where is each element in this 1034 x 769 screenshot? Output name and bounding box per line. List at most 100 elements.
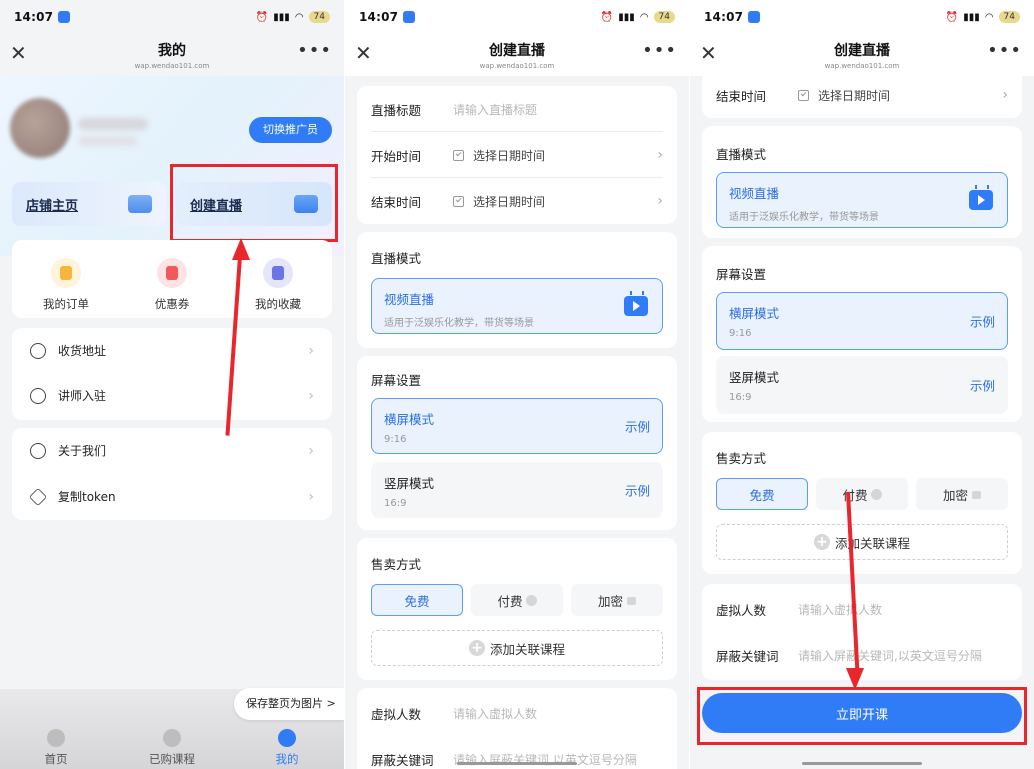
add-related-course-button[interactable]: + 添加关联课程 (716, 524, 1008, 560)
landscape-mode-option[interactable]: 横屏模式 9:16 示例 (716, 292, 1008, 350)
field-label: 屏蔽关键词 (716, 648, 779, 664)
sale-option-encrypted[interactable]: 加密 (916, 478, 1008, 510)
date-picker-value[interactable]: 选择日期时间 (473, 193, 545, 210)
video-live-option[interactable]: 视频直播 适用于泛娱乐化教学，带货等场景 (716, 172, 1008, 228)
sale-option-free[interactable]: 免费 (371, 584, 463, 616)
section-title: 售卖方式 (716, 451, 767, 466)
option-title: 视频直播 (729, 186, 780, 201)
sale-method-card: 售卖方式 免费 付费 加密 + 添加关联课程 (357, 538, 677, 680)
field-label: 虚拟人数 (371, 706, 422, 722)
status-bar: 14:07 ⏰ ▮▮▮ ◠ 74 (0, 0, 344, 34)
calendar-check-icon (798, 89, 809, 101)
option-desc: 适用于泛娱乐化教学，带货等场景 (729, 212, 879, 223)
more-icon[interactable]: ••• (987, 40, 1022, 61)
screen-settings-card: 屏幕设置 横屏模式 9:16 示例 竖屏模式 16:9 示例 (357, 356, 677, 530)
tab-label: 已购课程 (149, 752, 195, 766)
signal-icon: ▮▮▮ (963, 11, 980, 23)
virtual-count-row[interactable]: 虚拟人数 请输入虚拟人数 (702, 586, 1022, 632)
example-link[interactable]: 示例 (625, 481, 650, 500)
chevron-right-icon: › (657, 147, 663, 163)
add-course-label: 添加关联课程 (489, 641, 565, 657)
virtual-count-row[interactable]: 虚拟人数 请输入虚拟人数 (357, 690, 677, 736)
tab-home[interactable]: 首页 (16, 729, 96, 767)
more-icon[interactable]: ••• (642, 40, 677, 61)
alarm-icon: ⏰ (945, 11, 959, 23)
coupon-icon (157, 258, 187, 288)
section-title: 直播模式 (716, 147, 767, 162)
list-item-label: 关于我们 (58, 444, 107, 458)
alarm-icon: ⏰ (255, 11, 269, 23)
status-time: 14:07 (704, 10, 744, 24)
start-time-row[interactable]: 开始时间 选择日期时间 › (357, 132, 677, 178)
user-info-blurred (78, 136, 138, 146)
field-label: 结束时间 (371, 194, 422, 210)
list-item-about-us[interactable]: 关于我们 › (12, 428, 332, 473)
highlight-box-start-class (697, 687, 1027, 745)
live-mode-card: 直播模式 视频直播 适用于泛娱乐化教学，带货等场景 (357, 232, 677, 348)
panel-my-profile: 14:07 ⏰ ▮▮▮ ◠ 74 ✕ 我的 wap.wendao101.com … (0, 0, 344, 769)
chevron-right-icon: › (308, 442, 314, 459)
portrait-mode-option[interactable]: 竖屏模式 16:9 示例 (371, 462, 663, 518)
switch-promoter-button[interactable]: 切换推广员 (249, 117, 332, 143)
example-link[interactable]: 示例 (625, 417, 650, 436)
video-live-option[interactable]: 视频直播 适用于泛娱乐化教学，带货等场景 (371, 278, 663, 334)
store-home-tile[interactable]: 店铺主页 (12, 182, 166, 226)
option-title: 横屏模式 (384, 412, 435, 427)
example-link[interactable]: 示例 (970, 376, 995, 395)
status-indicators: ⏰ ▮▮▮ ◠ 74 (256, 11, 330, 23)
shortcut-coupons[interactable]: 优惠券 (132, 258, 212, 312)
tab-purchased-courses[interactable]: 已购课程 (132, 729, 212, 767)
sale-option-label: 免费 (749, 487, 775, 503)
close-icon[interactable]: ✕ (700, 43, 717, 63)
virtual-count-input[interactable]: 请输入虚拟人数 (798, 601, 882, 618)
status-bar: 14:07 ⏰ ▮▮▮ ◠ 74 (345, 0, 689, 34)
screen-settings-card: 屏幕设置 横屏模式 9:16 示例 竖屏模式 16:9 示例 (702, 246, 1022, 422)
basic-info-card: 直播标题 请输入直播标题 开始时间 选择日期时间 › 结束时间 选择日期时间 › (357, 86, 677, 224)
date-picker-value[interactable]: 选择日期时间 (818, 87, 890, 104)
chevron-right-icon: › (657, 193, 663, 209)
live-title-row[interactable]: 直播标题 请输入直播标题 (357, 86, 677, 132)
list-item-copy-token[interactable]: 复制token › (12, 474, 332, 519)
sale-option-paid[interactable]: 付费 (471, 584, 563, 616)
more-icon[interactable]: ••• (297, 40, 332, 61)
end-time-row[interactable]: 结束时间 选择日期时间 › (357, 178, 677, 224)
store-icon (128, 195, 152, 213)
close-icon[interactable]: ✕ (355, 43, 372, 63)
sale-option-encrypted[interactable]: 加密 (571, 584, 663, 616)
list-item-label: 讲师入驻 (58, 389, 107, 403)
user-name-blurred (78, 118, 148, 130)
annotation-arrow-head (846, 668, 864, 690)
location-icon (30, 342, 46, 359)
example-link[interactable]: 示例 (970, 312, 995, 331)
page-title: 创建直播 (489, 43, 545, 59)
tab-mine[interactable]: 我的 (247, 729, 327, 767)
add-related-course-button[interactable]: + 添加关联课程 (371, 630, 663, 666)
close-icon[interactable]: ✕ (10, 43, 27, 63)
plus-icon: + (468, 640, 485, 656)
blocked-keywords-input[interactable]: 请输入屏蔽关键词,以英文逗号分隔 (798, 647, 982, 664)
landscape-mode-option[interactable]: 横屏模式 9:16 示例 (371, 398, 663, 454)
save-page-as-image-button[interactable]: 保存整页为图片 > (234, 688, 344, 720)
chevron-right-icon: › (1002, 87, 1008, 103)
status-time: 14:07 (359, 10, 399, 24)
date-picker-value[interactable]: 选择日期时间 (473, 147, 545, 164)
avatar[interactable] (10, 98, 70, 158)
portrait-mode-option[interactable]: 竖屏模式 16:9 示例 (716, 356, 1008, 414)
home-icon (47, 729, 65, 747)
page-title: 我的 (158, 43, 186, 59)
list-item-shipping-address[interactable]: 收货地址 › (12, 328, 332, 373)
page-title: 创建直播 (834, 43, 890, 59)
calendar-check-icon (453, 195, 464, 207)
shortcut-my-orders[interactable]: 我的订单 (26, 258, 106, 312)
virtual-count-input[interactable]: 请输入虚拟人数 (453, 705, 537, 722)
signal-icon: ▮▮▮ (618, 11, 635, 23)
list-item-lecturer-join[interactable]: 讲师入驻 › (12, 373, 332, 418)
end-time-row[interactable]: 结束时间 选择日期时间 › (702, 72, 1022, 118)
sale-option-label: 加密 (597, 593, 623, 609)
shortcut-label: 优惠券 (154, 297, 190, 311)
shortcut-favorites[interactable]: 我的收藏 (238, 258, 318, 312)
sale-option-paid[interactable]: 付费 (816, 478, 908, 510)
signal-icon: ▮▮▮ (273, 11, 290, 23)
sale-option-free[interactable]: 免费 (716, 478, 808, 510)
live-title-input[interactable]: 请输入直播标题 (453, 101, 537, 118)
